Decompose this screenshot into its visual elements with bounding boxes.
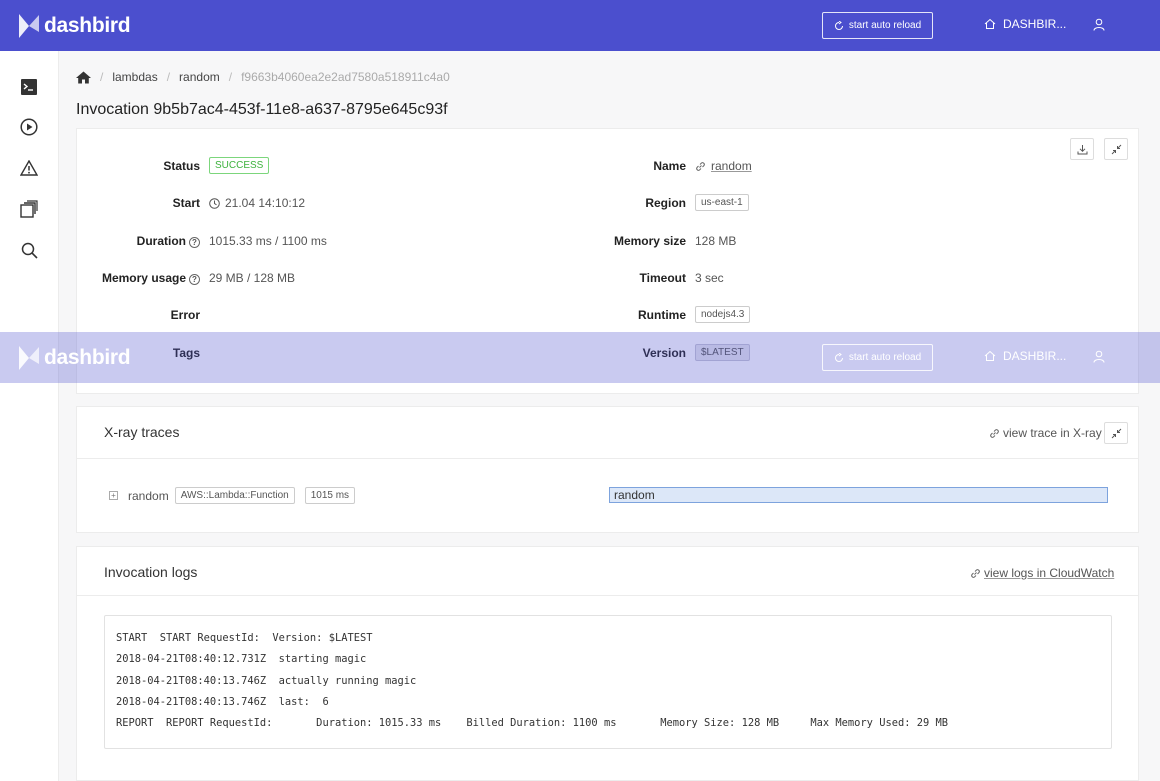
home-icon[interactable]: [76, 71, 91, 84]
log-line: START START RequestId: Version: $LATEST: [116, 632, 373, 644]
region-label: Region: [645, 196, 686, 210]
memory-usage-value: 29 MB / 128 MB: [209, 271, 296, 285]
region-value: us-east-1: [695, 194, 749, 211]
name-value[interactable]: random: [695, 159, 752, 173]
help-icon[interactable]: ?: [189, 237, 200, 248]
account-menu[interactable]: DASHBIR...: [984, 17, 1066, 31]
brand-name: dashbird: [44, 14, 131, 37]
download-icon: [1077, 144, 1087, 154]
runtime-badge: nodejs4.3: [695, 306, 751, 323]
version-badge: $LATEST: [695, 344, 750, 361]
collapse-icon: [1111, 428, 1121, 438]
stacked-cards-icon[interactable]: [19, 199, 39, 219]
region-badge: us-east-1: [695, 194, 749, 211]
log-line: 2018-04-21T08:40:13.746Z actually runnin…: [116, 674, 417, 687]
view-trace-link[interactable]: view trace in X-ray: [989, 426, 1102, 440]
warning-icon[interactable]: [19, 158, 39, 178]
reload-label: start auto reload: [848, 20, 922, 31]
link-icon: [971, 568, 980, 578]
log-line: 2018-04-21T08:40:12.731Z starting magic: [116, 653, 367, 666]
help-icon[interactable]: ?: [189, 274, 200, 285]
memory-size-label: Memory size: [613, 234, 686, 248]
user-icon[interactable]: [1093, 18, 1105, 36]
account-label: DASHBIR...: [1003, 17, 1067, 31]
link-icon: [990, 428, 999, 438]
breadcrumb-function[interactable]: random: [179, 70, 220, 84]
logs-title: Invocation logs: [104, 564, 198, 580]
dashbird-logo-icon: [19, 14, 39, 38]
log-line: 2018-04-21T08:40:13.746Z last: 6: [116, 695, 329, 708]
timeout-value: 3 sec: [695, 271, 724, 285]
trace-name: random: [128, 488, 169, 503]
breadcrumb: / lambdas / random / f9663b4060ea2e2ad75…: [76, 70, 450, 84]
collapse-button[interactable]: [1104, 422, 1128, 444]
search-icon[interactable]: [19, 240, 39, 260]
page-title: Invocation 9b5b7ac4-453f-11e8-a637-8795e…: [76, 101, 448, 118]
status-badge: SUCCESS: [209, 157, 270, 174]
runtime-value: nodejs4.3: [695, 306, 751, 323]
status-label: Status: [163, 159, 200, 173]
status-value: SUCCESS: [209, 157, 270, 174]
log-output: START START RequestId: Version: $LATEST …: [104, 615, 1112, 749]
download-button[interactable]: [1070, 138, 1094, 160]
version-value: $LATEST: [695, 344, 750, 361]
top-navbar: dashbird start auto reload DASHBIR...: [0, 0, 1160, 51]
memory-size-value: 128 MB: [695, 234, 737, 248]
memory-usage-label: Memory usage?: [102, 271, 200, 285]
breadcrumb-current: f9663b4060ea2e2ad7580a518911c4a0: [241, 70, 450, 84]
expand-icon[interactable]: +: [109, 491, 118, 500]
start-auto-reload-button[interactable]: start auto reload: [822, 12, 933, 39]
clock-icon: [209, 197, 220, 209]
reload-icon: [834, 20, 843, 30]
trace-row[interactable]: + random AWS::Lambda::Function 1015 ms: [109, 487, 356, 504]
tags-label: Tags: [172, 346, 200, 360]
runtime-label: Runtime: [638, 308, 686, 322]
start-label: Start: [172, 196, 200, 210]
sidebar: [0, 51, 59, 781]
dashbird-logo[interactable]: dashbird: [18, 10, 131, 42]
trace-type-badge: AWS::Lambda::Function: [174, 487, 295, 504]
trace-duration-badge: 1015 ms: [304, 487, 356, 504]
name-label: Name: [653, 159, 686, 173]
version-label: Version: [642, 346, 686, 360]
duration-value: 1015.33 ms / 1100 ms: [209, 234, 327, 248]
collapse-button[interactable]: [1104, 138, 1128, 160]
trace-timeline-bar[interactable]: random: [609, 487, 1108, 503]
collapse-icon: [1111, 144, 1121, 154]
view-logs-link[interactable]: view logs in CloudWatch: [970, 566, 1114, 580]
xray-title: X-ray traces: [104, 424, 180, 440]
error-label: Error: [170, 308, 200, 322]
link-icon: [696, 161, 705, 171]
log-line: REPORT REPORT RequestId: Duration: 1015.…: [116, 717, 949, 730]
invocation-details-card: Status SUCCESS Start 21.04 14:10:12 Dura…: [76, 128, 1139, 394]
terminal-icon[interactable]: [19, 77, 39, 97]
breadcrumb-lambdas[interactable]: lambdas: [112, 70, 157, 84]
duration-label: Duration?: [137, 234, 200, 248]
invocation-logs-card: Invocation logs view logs in CloudWatch …: [76, 546, 1139, 781]
home-outline-icon: [984, 18, 996, 29]
xray-traces-card: X-ray traces view trace in X-ray + rando…: [76, 406, 1139, 533]
start-value: 21.04 14:10:12: [209, 196, 305, 210]
timeout-label: Timeout: [639, 271, 686, 285]
play-circle-icon[interactable]: [19, 117, 39, 137]
